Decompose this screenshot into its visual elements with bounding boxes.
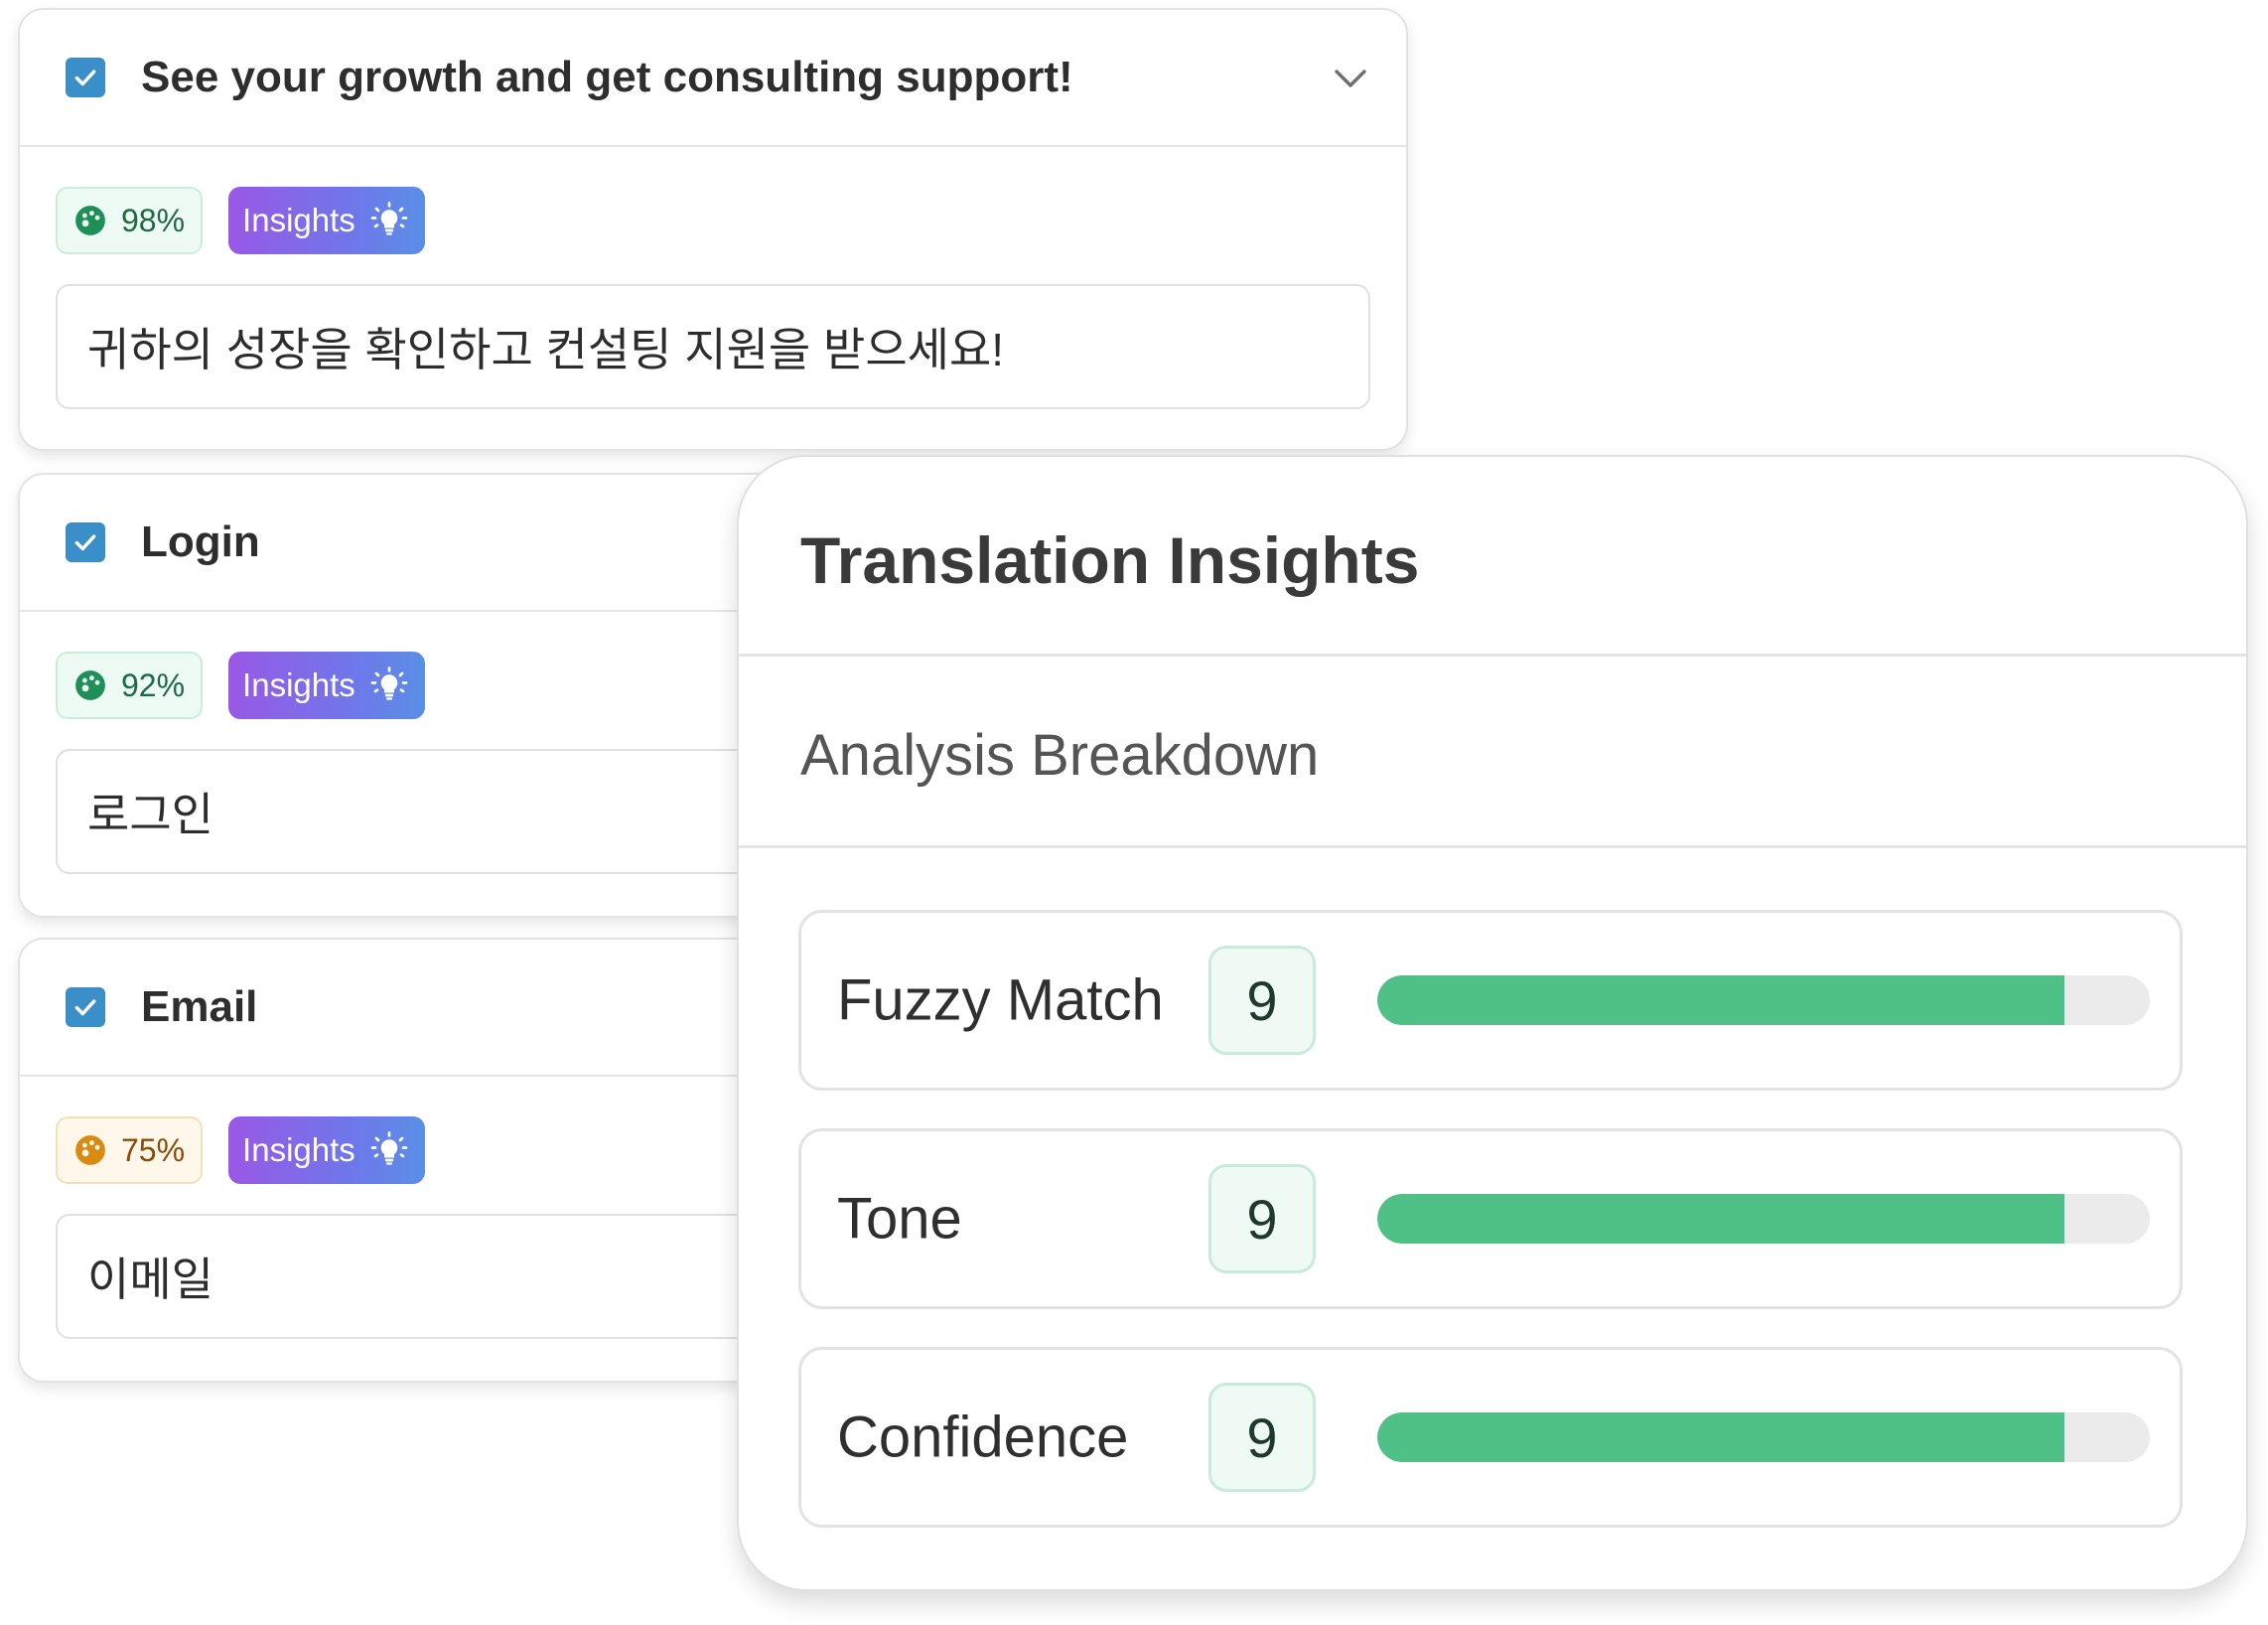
insights-label: Insights [242,202,355,238]
insights-button[interactable]: Insights [228,1116,425,1184]
lightbulb-icon [370,1131,408,1165]
lightbulb-icon [370,202,408,235]
metric-label: Confidence [837,1404,1129,1470]
segment-card-1[interactable]: See your growth and get consulting suppo… [18,8,1408,451]
insights-label: Insights [242,1131,355,1168]
metric-bar-fill [1377,1412,2065,1462]
insights-button[interactable]: Insights [228,187,425,254]
metric-tone: Tone 9 [798,1128,2183,1309]
metric-bar [1377,1412,2150,1462]
score-badge: 92% [56,652,204,719]
palette-icon [75,206,105,235]
score-value: 75% [121,1131,186,1168]
segment-header[interactable]: See your growth and get consulting suppo… [20,10,1406,147]
score-badge: 98% [56,187,204,254]
segment-title: Email [141,982,258,1031]
check-icon [74,999,96,1016]
metric-label: Fuzzy Match [837,967,1164,1033]
metric-bar [1377,975,2150,1025]
panel-subheader: Analysis Breakdown [739,657,2246,848]
check-icon [74,70,96,86]
badge-row: 98% Insights [56,187,425,254]
metric-bar-fill [1377,975,2065,1025]
segment-title: Login [141,517,260,566]
metric-score: 9 [1208,1164,1316,1273]
metric-bar-fill [1377,1194,2065,1244]
panel-subtitle: Analysis Breakdown [800,723,1320,788]
translation-field[interactable]: 귀하의 성장을 확인하고 컨설팅 지원을 받으세요! [56,284,1370,409]
badge-row: 92% Insights [56,652,425,719]
translation-insights-panel: Translation Insights Analysis Breakdown … [737,455,2248,1591]
metric-fuzzy-match: Fuzzy Match 9 [798,910,2183,1091]
panel-title: Translation Insights [800,523,1420,597]
segment-checkbox[interactable] [66,58,105,97]
insights-button[interactable]: Insights [228,652,425,719]
segment-title: See your growth and get consulting suppo… [141,53,1073,101]
badge-row: 75% Insights [56,1116,425,1184]
chevron-down-icon[interactable] [1331,64,1370,91]
insights-label: Insights [242,666,355,703]
score-badge: 75% [56,1116,204,1184]
segment-checkbox[interactable] [66,522,105,562]
lightbulb-icon [370,666,408,700]
check-icon [74,534,96,551]
metric-label: Tone [837,1186,962,1252]
palette-icon [75,670,105,700]
metric-score: 9 [1208,1383,1316,1492]
metric-bar [1377,1194,2150,1244]
score-value: 92% [121,666,186,703]
segment-checkbox[interactable] [66,987,105,1027]
palette-icon [75,1135,105,1165]
panel-header: Translation Insights [739,457,2246,657]
metric-confidence: Confidence 9 [798,1347,2183,1528]
metric-score: 9 [1208,946,1316,1055]
score-value: 98% [121,202,186,238]
